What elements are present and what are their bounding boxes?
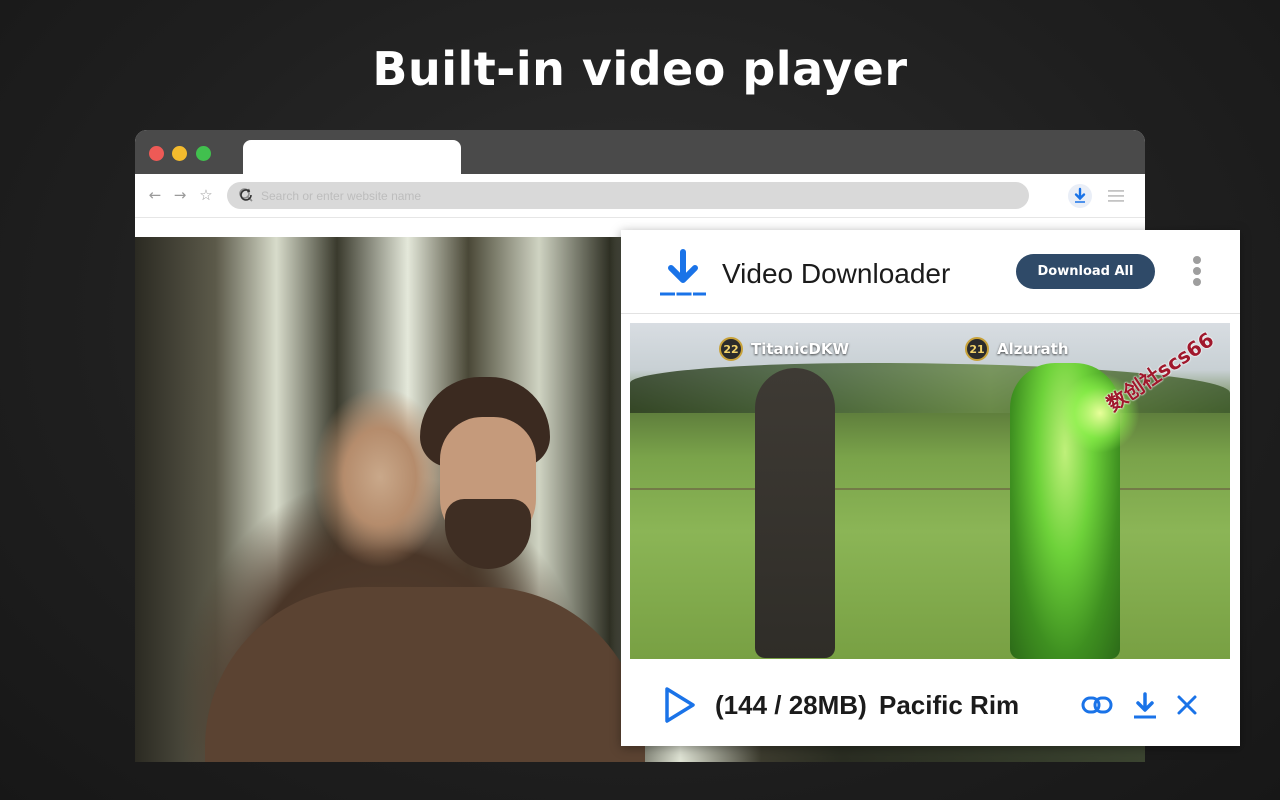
promo-headline: Built-in video player — [372, 42, 908, 96]
thumbnail-figure-hooded — [755, 368, 835, 658]
address-input[interactable] — [261, 186, 961, 205]
back-arrow-icon[interactable]: ← — [146, 186, 164, 204]
download-extension-icon[interactable] — [1068, 184, 1092, 208]
popup-title: Video Downloader — [722, 258, 951, 289]
active-tab[interactable] — [243, 140, 461, 174]
player-name: TitanicDKW — [751, 340, 849, 358]
hamburger-menu-icon[interactable] — [1108, 189, 1124, 203]
kebab-menu-icon[interactable] — [1191, 254, 1203, 290]
tab-bar — [135, 130, 1145, 174]
video-title: Pacific Rim — [879, 690, 1020, 720]
video-thumbnail[interactable]: 22 TitanicDKW 21 Alzurath 数创社scs66 — [630, 323, 1230, 659]
zoom-window-button[interactable] — [196, 146, 211, 161]
close-window-button[interactable] — [149, 146, 164, 161]
player-name: Alzurath — [997, 340, 1069, 358]
player-level: 21 — [965, 337, 989, 361]
forward-arrow-icon[interactable]: → — [171, 186, 189, 204]
reload-icon[interactable] — [238, 187, 254, 203]
close-icon[interactable] — [1176, 694, 1198, 716]
player-badge: 22 TitanicDKW — [719, 337, 849, 361]
download-logo-icon — [660, 249, 706, 296]
thumbnail-fence — [630, 488, 1230, 490]
address-bar[interactable] — [227, 182, 1029, 209]
link-icon[interactable] — [1081, 694, 1113, 716]
browser-toolbar: ← → ☆ — [135, 174, 1145, 218]
play-icon[interactable] — [663, 686, 697, 724]
player-level: 22 — [719, 337, 743, 361]
video-subject-beard — [445, 499, 531, 569]
video-size: (144 / 28MB) — [715, 690, 867, 720]
popup-header: Video Downloader Download All — [621, 230, 1240, 314]
video-subject-shirt — [205, 587, 645, 762]
download-all-button[interactable]: Download All — [1016, 254, 1155, 289]
player-badge: 21 Alzurath — [965, 337, 1069, 361]
star-icon[interactable]: ☆ — [197, 186, 215, 204]
download-icon[interactable] — [1132, 692, 1158, 720]
video-downloader-popup: Video Downloader Download All 22 Titanic… — [621, 230, 1240, 746]
minimize-window-button[interactable] — [172, 146, 187, 161]
video-list-item: (144 / 28MB) Pacific Rim — [621, 670, 1240, 740]
